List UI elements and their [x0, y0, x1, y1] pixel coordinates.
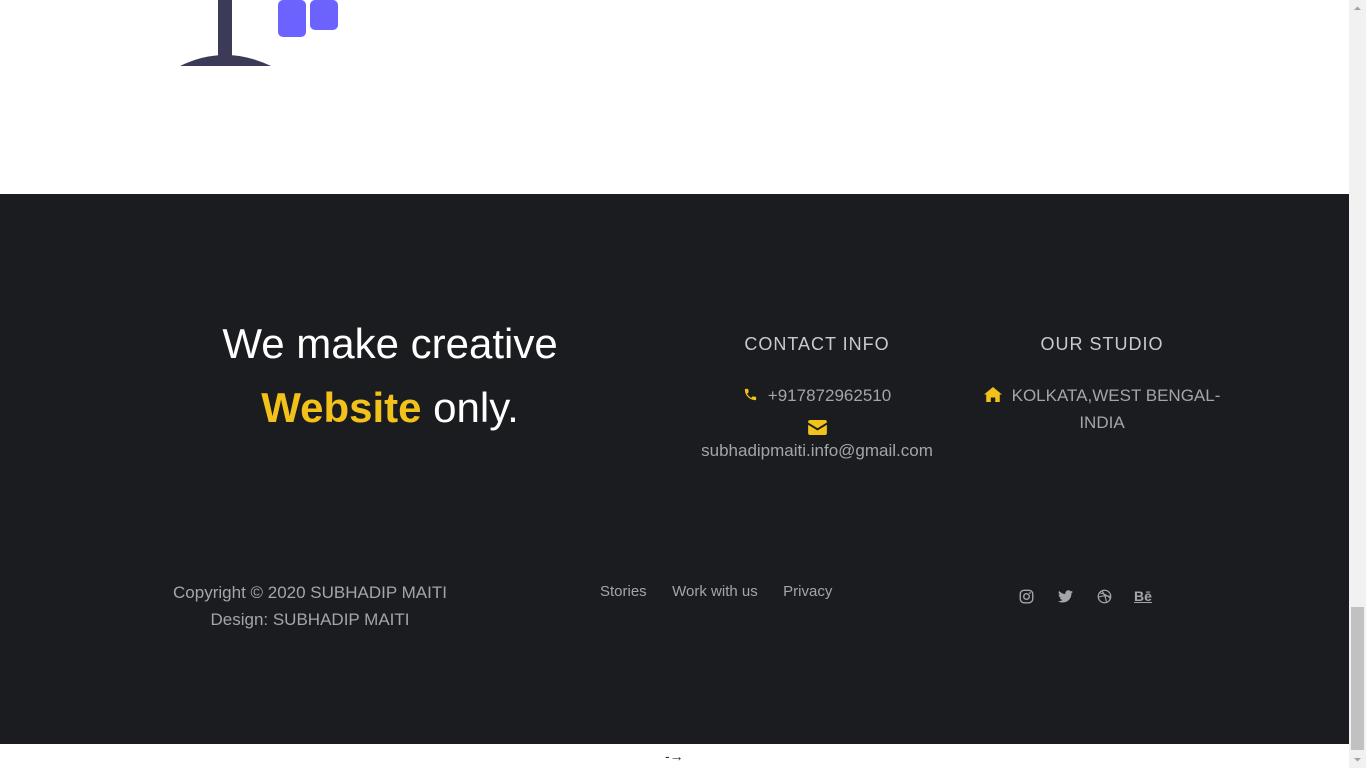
contact-email: subhadipmaiti.info@gmail.com	[677, 413, 957, 464]
studio-address-line1: KOLKATA,WEST BENGAL-	[1011, 386, 1221, 405]
scroll-up-arrow-icon[interactable]	[1349, 0, 1366, 17]
dribbble-link[interactable]	[1096, 588, 1112, 604]
footer-link-privacy[interactable]: Privacy	[783, 583, 832, 600]
top-section	[0, 0, 1349, 194]
vertical-scrollbar[interactable]	[1349, 0, 1366, 768]
desk-lamp-illustration	[180, 0, 338, 66]
instagram-icon	[1019, 589, 1033, 603]
copyright: Copyright © 2020 SUBHADIP MAITI Design: …	[140, 579, 480, 633]
instagram-link[interactable]	[1018, 588, 1034, 604]
scrollbar-thumb[interactable]	[1351, 607, 1364, 750]
contact-info-title: CONTACT INFO	[744, 334, 890, 354]
footer-link-work-with-us[interactable]: Work with us	[672, 583, 758, 600]
footer: We make creative Website only. CONTACT I…	[0, 194, 1349, 744]
page: We make creative Website only. CONTACT I…	[0, 0, 1349, 768]
studio-address: KOLKATA,WEST BENGAL- INDIA	[972, 382, 1232, 436]
studio-address-line2: INDIA	[1079, 413, 1125, 432]
tagline-line1: We make creative	[222, 320, 558, 367]
behance-icon: Bē	[1134, 588, 1152, 604]
contact-email-text[interactable]: subhadipmaiti.info@gmail.com	[701, 441, 933, 460]
footer-link-stories[interactable]: Stories	[600, 583, 647, 600]
footer-links: Stories Work with us Privacy	[600, 581, 853, 605]
copyright-line: Copyright © 2020 SUBHADIP MAITI	[173, 583, 447, 602]
tagline-accent: Website	[261, 384, 422, 431]
contact-phone: +917872962510	[677, 382, 957, 409]
phone-icon	[744, 388, 756, 400]
envelope-icon	[807, 420, 827, 436]
contact-phone-text[interactable]: +917872962510	[768, 386, 891, 405]
our-studio-title: OUR STUDIO	[1040, 334, 1164, 354]
home-icon	[983, 386, 1002, 402]
scroll-down-arrow-icon[interactable]	[1349, 751, 1366, 768]
twitter-link[interactable]	[1057, 588, 1073, 604]
our-studio: OUR STUDIO KOLKATA,WEST BENGAL- INDIA	[972, 332, 1232, 436]
tagline: We make creative Website only.	[165, 312, 615, 440]
arrow-right-icon[interactable]: -→	[665, 748, 684, 764]
twitter-icon	[1057, 589, 1073, 602]
contact-info: CONTACT INFO +917872962510 subhadipmaiti…	[677, 332, 957, 464]
social-links: Bē	[1018, 587, 1174, 605]
tagline-rest: only.	[421, 384, 519, 431]
design-credit-line: Design: SUBHADIP MAITI	[210, 610, 410, 629]
tagline-line2: Website only.	[165, 376, 615, 440]
behance-link[interactable]: Bē	[1134, 588, 1152, 604]
dribbble-icon	[1097, 589, 1111, 603]
